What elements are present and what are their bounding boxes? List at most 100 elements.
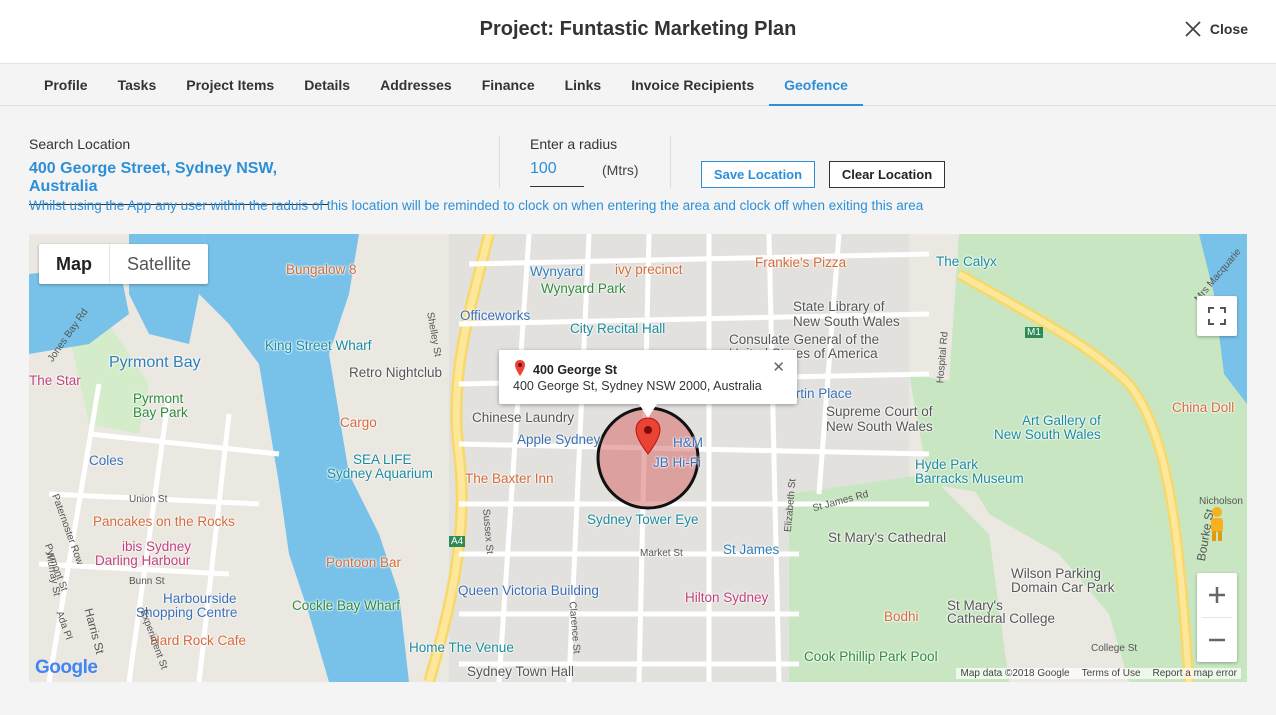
tab-geofence[interactable]: Geofence [769,64,863,106]
street-label: College St [1091,643,1138,654]
poi-label[interactable]: Hard Rock Cafe [150,633,246,648]
map-data-credit: Map data ©2018 Google [960,668,1070,679]
poi-label[interactable]: Sydney Aquarium [327,466,433,481]
poi-label[interactable]: Bodhi [884,609,919,624]
search-location-label: Search Location [29,136,131,152]
poi-label[interactable]: Wilson Parking [1011,566,1101,581]
poi-label[interactable]: Home The Venue [409,640,514,655]
poi-label[interactable]: The Star [29,373,81,388]
poi-label[interactable]: Cockle Bay Wharf [292,598,400,613]
poi-label[interactable]: Supreme Court of [826,404,933,419]
poi-label[interactable]: State Library of [793,299,885,314]
geofence-hint: Whilst using the App any user within the… [29,198,924,213]
tab-project-items[interactable]: Project Items [171,64,289,105]
zoom-out-button[interactable] [1197,618,1237,662]
route-shield: M1 [1025,327,1043,338]
poi-label[interactable]: New South Wales [793,314,900,329]
map-attribution: Map data ©2018 Google Terms of Use Repor… [956,668,1241,679]
poi-label[interactable]: SEA LIFE [353,452,412,467]
poi-label[interactable]: Wynyard [530,264,583,279]
poi-label[interactable]: Hyde Park [915,457,978,472]
map-type-satellite-button[interactable]: Satellite [109,244,208,284]
poi-label[interactable]: Pyrmont [133,391,183,406]
poi-label[interactable]: St Mary's Cathedral [828,530,946,545]
poi-label[interactable]: Harbourside [163,591,237,606]
poi-label[interactable]: Coles [89,453,124,468]
poi-label[interactable]: Art Gallery of [1022,413,1101,428]
street-label: Union St [129,494,168,505]
poi-label[interactable]: Pancakes on the Rocks [93,514,235,529]
map-type-map-button[interactable]: Map [39,244,109,284]
poi-label[interactable]: The Calyx [936,254,997,269]
radius-input[interactable]: 100 [530,160,584,187]
poi-label[interactable]: Apple Sydney [517,432,600,447]
poi-label[interactable]: ibis Sydney [122,539,191,554]
google-logo: Google [35,657,98,679]
close-label: Close [1209,21,1248,37]
tab-addresses[interactable]: Addresses [365,64,467,105]
tab-finance[interactable]: Finance [467,64,550,105]
divider [670,136,671,188]
poi-label[interactable]: Hilton Sydney [685,590,768,605]
tab-invoice-recipients[interactable]: Invoice Recipients [616,64,769,105]
poi-label[interactable]: Consulate General of the [729,332,879,347]
poi-label[interactable]: Bay Park [133,405,188,420]
tab-bar: Profile Tasks Project Items Details Addr… [0,64,1276,106]
terms-link[interactable]: Terms of Use [1082,668,1141,679]
poi-label[interactable]: JB Hi-Fi [653,455,701,470]
poi-label[interactable]: China Doll [1172,400,1234,415]
poi-label[interactable]: Cargo [340,415,377,430]
tab-tasks[interactable]: Tasks [103,64,172,105]
poi-label[interactable]: ivy precinct [615,262,683,277]
map-type-control: Map Satellite [39,244,209,284]
info-window-address: 400 George St, Sydney NSW 2000, Australi… [513,379,762,393]
poi-label[interactable]: Chinese Laundry [472,410,574,425]
poi-label[interactable]: Queen Victoria Building [458,583,599,598]
fullscreen-button[interactable] [1197,296,1237,336]
map-view[interactable]: Bungalow 8 Wynyard ivy precinct Frankie'… [29,234,1247,682]
poi-label[interactable]: New South Wales [826,419,933,434]
poi-label[interactable]: Domain Car Park [1011,580,1115,595]
zoom-in-button[interactable] [1197,573,1237,617]
poi-label[interactable]: The Baxter Inn [465,471,554,486]
info-window-tail [639,404,657,418]
google-logo-text: Google [35,657,98,678]
poi-label[interactable]: Wynyard Park [541,281,626,296]
poi-label[interactable]: Pontoon Bar [326,555,401,570]
poi-label[interactable]: St James [723,542,779,557]
save-location-button[interactable]: Save Location [701,161,815,188]
poi-label[interactable]: King Street Wharf [265,338,372,353]
tab-details[interactable]: Details [289,64,365,105]
close-button[interactable]: Close [1184,20,1248,38]
poi-label[interactable]: New South Wales [994,427,1101,442]
street-label: Market St [640,548,683,559]
poi-label[interactable]: Bungalow 8 [286,262,357,277]
tab-profile[interactable]: Profile [29,64,103,105]
report-error-link[interactable]: Report a map error [1153,668,1237,679]
poi-label[interactable]: Retro Nightclub [349,365,442,380]
divider [499,136,500,188]
page-title: Project: Funtastic Marketing Plan [479,18,797,40]
poi-label[interactable]: Barracks Museum [915,471,1024,486]
tab-links[interactable]: Links [550,64,617,105]
poi-label[interactable]: Sydney Town Hall [467,664,574,679]
poi-label[interactable]: Cook Phillip Park Pool [804,649,938,664]
close-icon [1185,21,1201,37]
poi-label[interactable]: Frankie's Pizza [755,255,846,270]
poi-label[interactable]: Darling Harbour [95,553,190,568]
poi-label[interactable]: Cathedral College [947,611,1055,626]
info-window: 400 George St 400 George St, Sydney NSW … [499,350,797,418]
poi-label[interactable]: City Recital Hall [570,321,665,336]
radius-label: Enter a radius [530,136,618,152]
radius-unit: (Mtrs) [602,162,639,178]
info-window-title: 400 George St [533,363,618,377]
street-view-pegman[interactable] [1205,504,1229,544]
location-marker-icon[interactable] [635,417,661,455]
poi-label[interactable]: Sydney Tower Eye [587,512,699,527]
zoom-control [1197,573,1237,662]
fullscreen-icon [1208,307,1226,325]
info-window-close-icon[interactable]: ✕ [772,358,785,376]
poi-label[interactable]: H&M [673,435,703,450]
clear-location-button[interactable]: Clear Location [829,161,945,188]
poi-label[interactable]: Officeworks [460,308,530,323]
